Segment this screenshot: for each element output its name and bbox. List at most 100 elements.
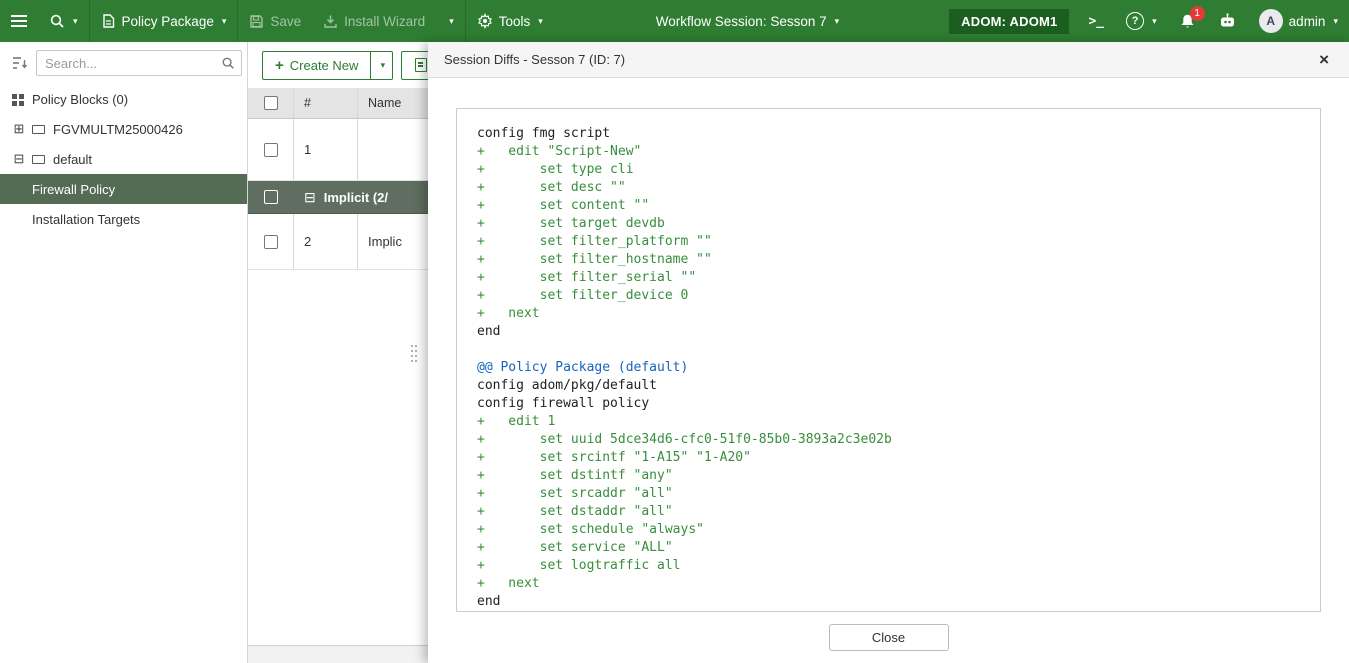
chevron-down-icon: ▾ — [538, 15, 543, 26]
diff-line: + set schedule "always" — [477, 522, 704, 537]
save-icon — [250, 14, 264, 28]
tools-label: Tools — [498, 13, 531, 29]
sidebar-item-policy-blocks-0[interactable]: Policy Blocks (0) — [0, 84, 247, 114]
navbar-right-cluster: ADOM: ADOM1 >_ ? ▾ 1 A admin ▾ — [941, 0, 1349, 42]
chevron-down-icon: ▾ — [1152, 15, 1157, 26]
diff-line: config firewall policy — [477, 396, 650, 411]
sidebar-tree: Policy Blocks (0) ⊞ FGVMULTM25000426 ⊟ defau… — [0, 84, 247, 234]
sidebar-search-row — [0, 42, 247, 84]
main-menu-button[interactable] — [0, 0, 38, 42]
workflow-session-menu[interactable]: Workflow Session: Sesson 7 ▾ — [645, 0, 850, 42]
cli-console-button[interactable]: >_ — [1077, 0, 1115, 42]
row-checkbox-cell — [248, 181, 294, 213]
collapse-icon[interactable]: ⊟ — [12, 151, 26, 167]
modal-header: Session Diffs - Sesson 7 (ID: 7) × — [428, 42, 1349, 78]
row-number-cell: 1 — [294, 119, 358, 180]
diff-line — [477, 341, 1300, 359]
policy-package-icon — [102, 14, 114, 28]
modal-body: config fmg script + edit "Script-New" + se… — [428, 78, 1349, 612]
diff-line: end — [477, 594, 501, 609]
diff-line: + set filter_serial "" — [477, 270, 697, 285]
user-menu[interactable]: A admin ▾ — [1248, 0, 1349, 42]
diff-line: + set logtraffic all — [477, 558, 681, 573]
policy-blocks-icon — [12, 93, 17, 99]
device-icon — [32, 124, 45, 134]
install-wizard-icon — [324, 15, 337, 28]
row-checkbox[interactable] — [263, 142, 278, 157]
forti-assistant-button[interactable] — [1207, 0, 1248, 42]
modal-title: Session Diffs - Sesson 7 (ID: 7) — [444, 52, 626, 67]
save-button[interactable]: Save — [238, 0, 312, 42]
diff-code: config fmg script + edit "Script-New" + se… — [456, 108, 1321, 612]
sidebar-search-input[interactable] — [45, 55, 221, 71]
device-icon — [32, 154, 45, 164]
install-wizard-caret[interactable]: ▾ — [436, 0, 465, 42]
drag-dots-icon — [411, 345, 413, 347]
diff-line: + set content "" — [477, 198, 650, 213]
header-number-column[interactable]: # — [294, 88, 358, 118]
terminal-icon: >_ — [1088, 13, 1105, 29]
search-icon — [50, 14, 64, 28]
help-menu[interactable]: ? ▾ — [1115, 0, 1168, 42]
row-number-cell: 2 — [294, 214, 358, 269]
policy-package-menu[interactable]: Policy Package ▾ — [90, 0, 238, 42]
section-label: Implicit (2/ — [323, 189, 389, 205]
panel-resize-handle[interactable] — [411, 345, 421, 367]
close-icon[interactable]: × — [1319, 51, 1329, 68]
global-search-button[interactable]: ▾ — [38, 0, 89, 42]
sidebar-item-label: FGVMULTM25000426 — [53, 121, 183, 137]
diff-line: + edit 1 — [477, 414, 556, 429]
workflow-session-label: Workflow Session: Sesson 7 — [655, 13, 827, 29]
install-wizard-label: Install Wizard — [344, 13, 426, 29]
close-button[interactable]: Close — [828, 624, 949, 651]
expand-icon[interactable]: ⊞ — [12, 121, 26, 137]
diff-line: + set uuid 5dce34d6-cfc0-51f0-85b0-3893a… — [477, 432, 892, 447]
create-new-caret[interactable]: ▾ — [371, 50, 394, 80]
diff-line: + set dstaddr "all" — [477, 504, 673, 519]
adom-badge[interactable]: ADOM: ADOM1 — [949, 8, 1070, 34]
diff-line: + set srcaddr "all" — [477, 486, 673, 501]
search-icon[interactable] — [221, 56, 235, 70]
plus-icon: + — [275, 56, 284, 74]
row-checkbox-cell — [248, 214, 294, 269]
diff-line: + set dstintf "any" — [477, 468, 673, 483]
sidebar-item-label: Firewall Policy — [32, 181, 116, 197]
collapse-icon[interactable]: ⊟ — [304, 189, 316, 206]
select-all-checkbox[interactable] — [263, 96, 278, 110]
install-wizard-button[interactable]: Install Wizard — [312, 0, 436, 42]
gear-icon — [477, 13, 492, 29]
create-new-button[interactable]: + Create New — [262, 50, 372, 80]
row-checkbox-cell — [248, 119, 294, 180]
row-checkbox[interactable] — [263, 234, 278, 249]
modal-footer: Close — [428, 612, 1349, 663]
chevron-down-icon: ▾ — [380, 59, 386, 70]
policy-package-label: Policy Package — [121, 13, 214, 29]
diff-line: + set filter_hostname "" — [477, 252, 712, 267]
diff-line: + set desc "" — [477, 180, 626, 195]
diff-line: + next — [477, 306, 540, 321]
sort-icon[interactable] — [12, 56, 28, 70]
document-icon — [415, 58, 428, 72]
sidebar-item-default[interactable]: ⊟ default — [0, 144, 247, 174]
sidebar-item-label: Policy Blocks (0) — [32, 91, 129, 107]
sidebar-item-firewall-policy[interactable]: Firewall Policy — [0, 174, 247, 204]
username-label: admin — [1288, 13, 1326, 29]
sidebar-search-box — [36, 50, 242, 76]
chevron-down-icon: ▾ — [449, 15, 454, 26]
row-checkbox[interactable] — [264, 190, 278, 204]
tools-menu[interactable]: Tools ▾ — [466, 0, 554, 42]
diff-line: + set service "ALL" — [477, 540, 673, 555]
session-diffs-modal: Session Diffs - Sesson 7 (ID: 7) × confi… — [428, 42, 1349, 663]
chevron-down-icon: ▾ — [73, 15, 78, 26]
diff-line: @@ Policy Package (default) — [477, 360, 689, 375]
robot-icon — [1220, 13, 1234, 27]
save-label: Save — [270, 13, 302, 29]
notifications-button[interactable]: 1 — [1168, 0, 1207, 42]
sidebar-item-fgvmultm25000426[interactable]: ⊞ FGVMULTM25000426 — [0, 114, 247, 144]
diff-line: + next — [477, 576, 540, 591]
top-navbar: ▾ Policy Package ▾ Save Install Wizard ▾… — [0, 0, 1349, 42]
diff-line: + set filter_platform "" — [477, 234, 712, 249]
sidebar-item-installation-targets[interactable]: Installation Targets — [0, 204, 247, 234]
diff-line: + set srcintf "1-A15" "1-A20" — [477, 450, 751, 465]
sidebar-item-label: Installation Targets — [32, 211, 141, 227]
